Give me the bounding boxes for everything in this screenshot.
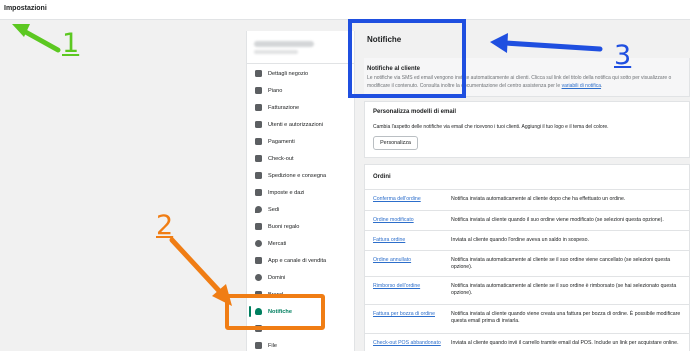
arrow-2-icon (169, 237, 232, 306)
annotation-number-1: 1 (62, 28, 80, 59)
arrow-3-icon (490, 33, 603, 53)
arrow-1-icon (12, 24, 61, 53)
annotation-arrows (12, 24, 603, 306)
annotation-number-2: 2 (156, 210, 174, 241)
annotation-number-3: 3 (614, 40, 632, 71)
